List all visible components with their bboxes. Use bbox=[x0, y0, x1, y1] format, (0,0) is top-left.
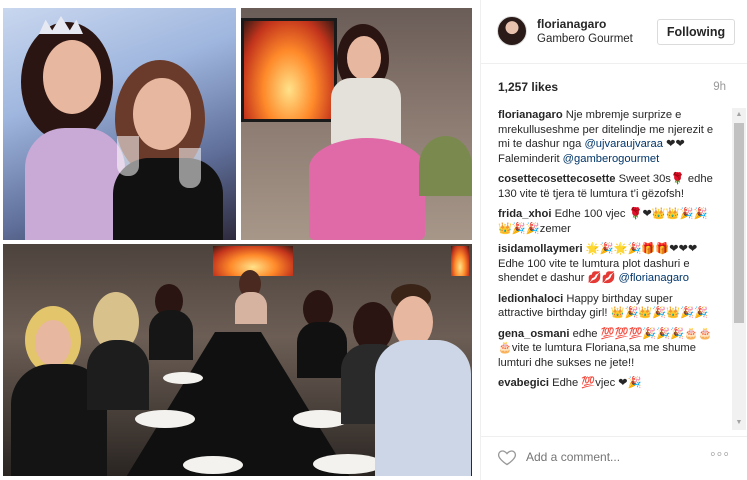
mention-link[interactable]: @florianagaro bbox=[619, 272, 689, 284]
comments-section[interactable]: florianagaro Nje mbremje surprize e mrek… bbox=[481, 104, 747, 431]
comment-author-link[interactable]: gena_osmani bbox=[498, 328, 570, 340]
comment-text: Edhe 💯vjec ❤🎉 bbox=[549, 377, 642, 389]
comment-author-link[interactable]: evabegici bbox=[498, 377, 549, 389]
photo-dinner-table bbox=[3, 244, 472, 476]
following-button[interactable]: Following bbox=[657, 19, 735, 45]
add-comment-input[interactable] bbox=[526, 450, 676, 464]
comment-author-link[interactable]: florianagaro bbox=[498, 109, 563, 121]
comment-list: florianagaro Nje mbremje surprize e mrek… bbox=[498, 108, 720, 397]
comment-author-link[interactable]: frida_xhoi bbox=[498, 208, 551, 220]
mention-link[interactable]: @ujvaraujvaraa bbox=[584, 138, 663, 150]
comment-item: frida_xhoi Edhe 100 vjec 🌹❤👑👑🎉🎉👑🎉🎉zemer bbox=[498, 207, 720, 236]
heart-icon[interactable] bbox=[497, 447, 517, 467]
comment-author-link[interactable]: isidamollaymeri bbox=[498, 243, 583, 255]
comment-author-link[interactable]: ledionhaloci bbox=[498, 293, 563, 305]
comment-item: gena_osmani edhe 💯💯💯🎉🎉🎉🎂🎂🎂vite te lumtur… bbox=[498, 327, 720, 371]
post-details-panel: florianagaro Gambero Gourmet Following 1… bbox=[480, 0, 747, 480]
photo-celebrant-toast bbox=[3, 8, 236, 240]
comment-item: cosettecosettecosette Sweet 30s🌹 edhe 13… bbox=[498, 172, 720, 201]
location-link[interactable]: Gambero Gourmet bbox=[537, 33, 633, 45]
post-media-collage[interactable] bbox=[0, 0, 480, 480]
comment-footer: ◦◦◦ bbox=[481, 436, 747, 480]
mention-link[interactable]: @gamberogourmet bbox=[563, 153, 660, 165]
scroll-down-icon[interactable]: ▼ bbox=[732, 416, 746, 430]
avatar[interactable] bbox=[497, 16, 527, 46]
scrollbar-thumb[interactable] bbox=[734, 123, 744, 323]
scroll-up-icon[interactable]: ▲ bbox=[732, 108, 746, 122]
likes-count[interactable]: 1,257 likes bbox=[498, 80, 558, 94]
post-timestamp[interactable]: 9h bbox=[713, 81, 726, 93]
more-options-icon[interactable]: ◦◦◦ bbox=[710, 446, 730, 464]
comment-item: evabegici Edhe 💯vjec ❤🎉 bbox=[498, 376, 720, 391]
post-header: florianagaro Gambero Gourmet Following bbox=[481, 0, 747, 64]
username-link[interactable]: florianagaro bbox=[537, 17, 606, 31]
comment-item: florianagaro Nje mbremje surprize e mrek… bbox=[498, 108, 720, 166]
comment-item: isidamollaymeri 🌟🎉🌟🎉🎁🎁❤❤❤ Edhe 100 vite … bbox=[498, 242, 720, 286]
comment-author-link[interactable]: cosettecosettecosette bbox=[498, 173, 616, 185]
comment-item: ledionhaloci Happy birthday super attrac… bbox=[498, 292, 720, 321]
photo-fireplace-dress bbox=[241, 8, 472, 240]
post-stats: 1,257 likes 9h bbox=[481, 64, 747, 104]
comments-scrollbar[interactable]: ▲ ▼ bbox=[732, 108, 746, 430]
